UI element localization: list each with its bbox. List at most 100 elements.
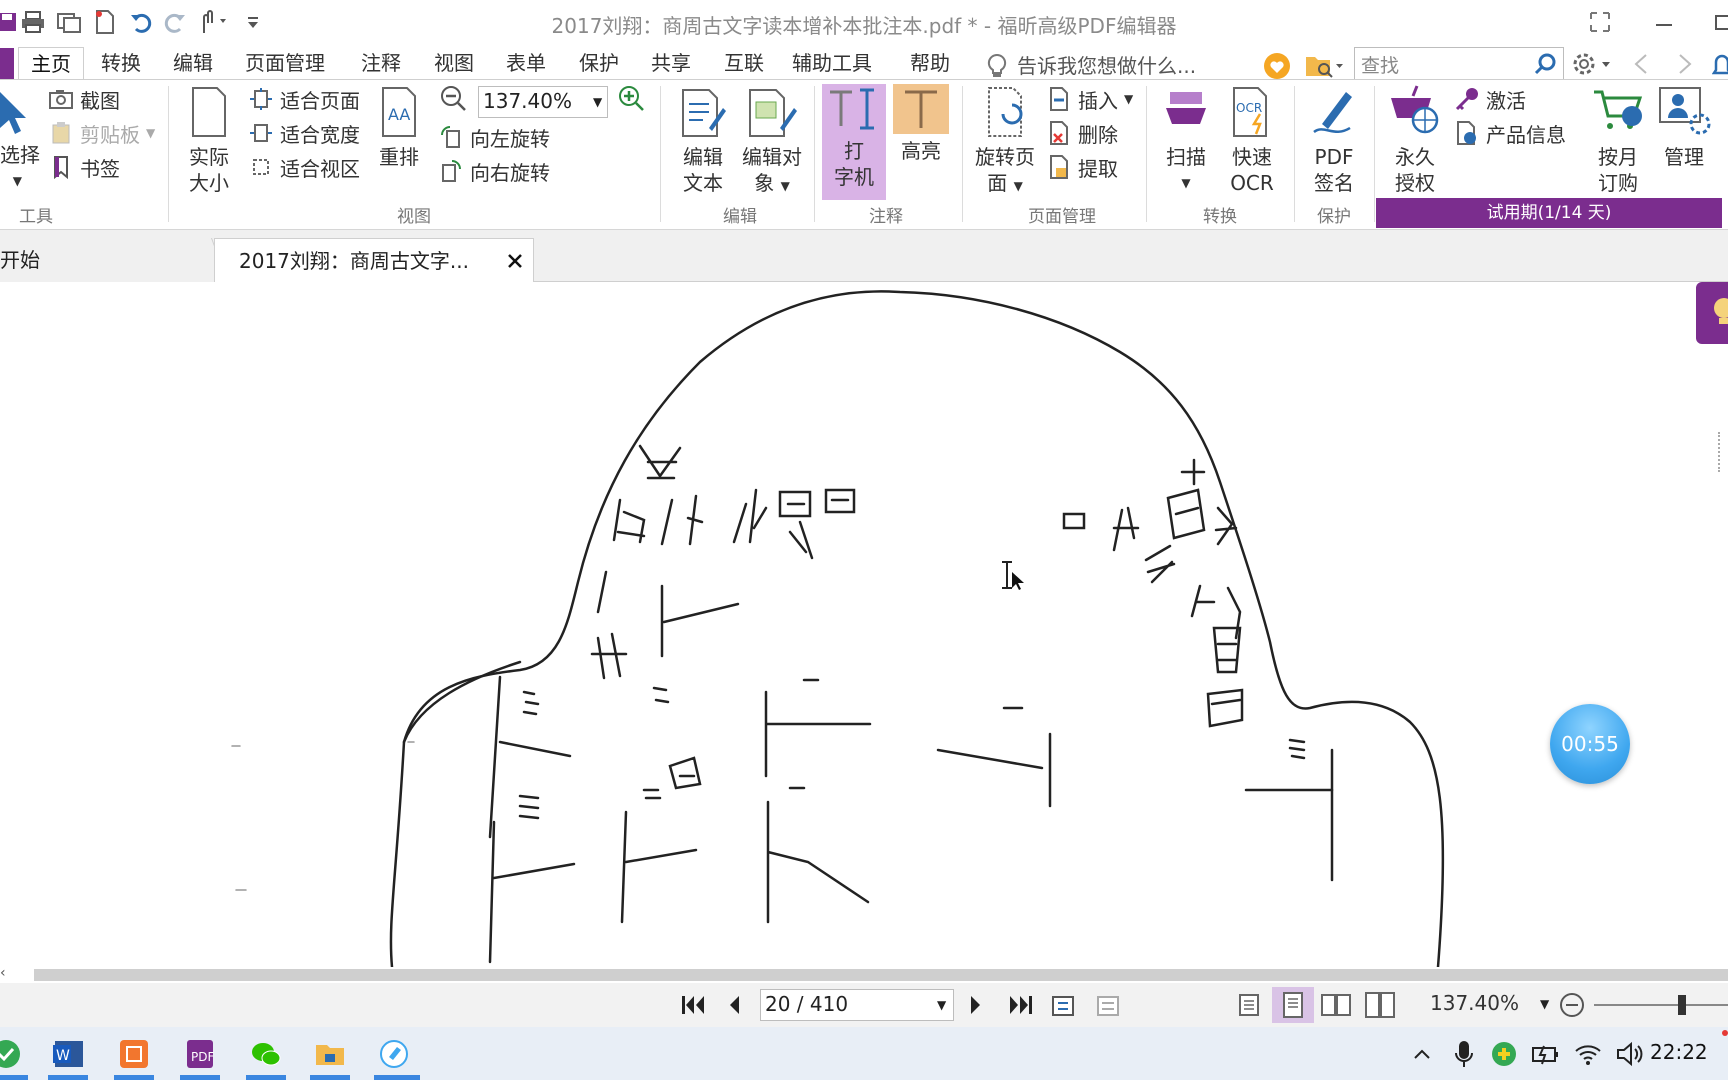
- menu-home[interactable]: 主页: [18, 47, 84, 80]
- menu-help[interactable]: 帮助: [898, 47, 962, 80]
- permanent-label-1: 永久: [1395, 145, 1435, 169]
- reflow-button[interactable]: AA 重排: [374, 84, 424, 170]
- favorite-heart-icon[interactable]: [1262, 51, 1292, 81]
- next-view-icon[interactable]: [1092, 991, 1122, 1019]
- security-app-tray-icon[interactable]: [1484, 1034, 1524, 1074]
- menu-comment[interactable]: 注释: [349, 47, 413, 80]
- recording-timer[interactable]: 00:55: [1550, 704, 1630, 784]
- menu-form[interactable]: 表单: [494, 47, 558, 80]
- wechat-app-icon[interactable]: [246, 1034, 286, 1074]
- status-zoom-dropdown-arrow[interactable]: ▼: [1540, 997, 1549, 1011]
- zoom-slider-track[interactable]: [1594, 1004, 1728, 1006]
- fullscreen-icon[interactable]: [1578, 4, 1622, 40]
- scan-button[interactable]: 扫描 ▼: [1158, 84, 1214, 196]
- page-number-input[interactable]: 20 / 410 ▼: [760, 989, 954, 1021]
- delete-page-button[interactable]: 删除: [1046, 118, 1118, 148]
- restore-button[interactable]: [1700, 4, 1728, 40]
- continuous-view-button[interactable]: [1272, 987, 1314, 1023]
- zoom-out-icon[interactable]: [438, 84, 468, 114]
- scroll-left-arrow[interactable]: ‹: [0, 965, 6, 981]
- document-view[interactable]: 00:55: [0, 282, 1728, 967]
- product-info-button[interactable]: 产品信息: [1454, 118, 1566, 148]
- highlight-button[interactable]: 高亮: [892, 84, 950, 164]
- zoom-level-select[interactable]: 137.40% ▼: [478, 86, 608, 118]
- volume-icon[interactable]: [1610, 1034, 1650, 1074]
- permanent-license-button[interactable]: 永久 授权: [1382, 84, 1448, 196]
- search-box[interactable]: 查找: [1354, 47, 1564, 81]
- nav-forward-icon[interactable]: [1672, 52, 1696, 76]
- menu-page-management[interactable]: 页面管理: [233, 47, 337, 80]
- rotate-right-button[interactable]: 向右旋转: [438, 156, 550, 186]
- zoom-slider-thumb[interactable]: [1678, 995, 1686, 1015]
- rotate-page-button[interactable]: 旋转页 面 ▼: [970, 84, 1040, 199]
- previous-page-icon[interactable]: [726, 993, 742, 1017]
- foxit-pdf-app-icon[interactable]: PDF: [180, 1034, 220, 1074]
- screenshot-button[interactable]: 截图: [48, 84, 120, 114]
- nav-back-icon[interactable]: [1630, 52, 1654, 76]
- menu-connect[interactable]: 互联: [712, 47, 776, 80]
- activate-button[interactable]: 激活: [1454, 84, 1526, 114]
- wifi-icon[interactable]: [1568, 1034, 1608, 1074]
- zoom-dropdown-arrow[interactable]: ▼: [593, 95, 602, 109]
- facing-view-icon[interactable]: [1320, 991, 1352, 1019]
- menu-edit[interactable]: 编辑: [161, 47, 225, 80]
- scrollbar-thumb[interactable]: [34, 969, 1728, 981]
- fit-width-button[interactable]: 适合宽度: [248, 118, 360, 148]
- tips-side-tab[interactable]: [1696, 282, 1728, 344]
- typewriter-label-1: 打: [844, 139, 864, 163]
- menu-convert[interactable]: 转换: [89, 47, 153, 80]
- next-page-icon[interactable]: [968, 993, 984, 1017]
- zoom-in-icon[interactable]: [616, 84, 646, 114]
- taskbar-app-green-icon[interactable]: [0, 1034, 26, 1074]
- edit-object-label-2: 象 ▼: [754, 171, 790, 195]
- start-tab-label[interactable]: 开始: [0, 238, 40, 282]
- fit-view-button[interactable]: 适合视区: [248, 152, 360, 182]
- single-page-view-icon[interactable]: [1236, 991, 1262, 1019]
- quick-ocr-button[interactable]: OCR 快速 OCR: [1222, 84, 1282, 196]
- continuous-facing-view-icon[interactable]: [1364, 991, 1396, 1019]
- last-page-icon[interactable]: [1008, 993, 1034, 1017]
- menu-protect[interactable]: 保护: [567, 47, 631, 80]
- battery-charging-icon[interactable]: [1526, 1034, 1566, 1074]
- monthly-subscribe-button[interactable]: 按月 订购: [1586, 84, 1650, 196]
- menu-view[interactable]: 视图: [422, 47, 486, 80]
- minimize-button[interactable]: [1642, 4, 1686, 40]
- menu-share[interactable]: 共享: [639, 47, 703, 80]
- page-dropdown-arrow[interactable]: ▼: [937, 998, 946, 1012]
- insert-page-button[interactable]: 插入 ▼: [1046, 84, 1133, 114]
- manage-button[interactable]: 管理: [1652, 84, 1716, 170]
- edit-text-button[interactable]: 编辑 文本: [672, 84, 734, 196]
- first-page-icon[interactable]: [680, 993, 706, 1017]
- trial-period-banner[interactable]: 试用期(1/14 天): [1376, 198, 1722, 228]
- find-folder-icon[interactable]: [1304, 51, 1344, 81]
- document-tab[interactable]: 2017刘翔：商周古文字...: [214, 238, 534, 282]
- extract-page-button[interactable]: 提取: [1046, 152, 1118, 182]
- notification-bell-icon[interactable]: [1712, 52, 1728, 78]
- actual-size-button[interactable]: 实际 大小: [182, 84, 236, 196]
- horizontal-scrollbar[interactable]: ‹: [0, 965, 1728, 983]
- settings-gear-icon[interactable]: [1570, 49, 1618, 79]
- rotate-left-button[interactable]: 向左旋转: [438, 122, 550, 152]
- recorder-app-icon[interactable]: [374, 1034, 414, 1074]
- status-zoom-out-icon[interactable]: [1558, 991, 1586, 1019]
- office-suite-app-icon[interactable]: [114, 1034, 154, 1074]
- select-tool-button[interactable]: 选择 ▼: [0, 90, 40, 194]
- bookmark-button[interactable]: 书签: [48, 152, 120, 182]
- search-icon[interactable]: [1533, 52, 1557, 76]
- close-tab-icon[interactable]: [505, 251, 525, 271]
- edit-object-button[interactable]: 编辑对 象 ▼: [734, 84, 810, 199]
- file-explorer-app-icon[interactable]: [310, 1034, 350, 1074]
- tell-me-input[interactable]: 告诉我您想做什么...: [1017, 51, 1196, 81]
- clipboard-button[interactable]: 剪贴板 ▼: [48, 118, 155, 148]
- microphone-icon[interactable]: [1444, 1034, 1484, 1074]
- typewriter-button[interactable]: 打 字机: [822, 84, 886, 200]
- show-hidden-icons-chevron[interactable]: [1402, 1034, 1442, 1074]
- system-clock[interactable]: 22:22: [1650, 1040, 1708, 1064]
- pdf-sign-button[interactable]: PDF 签名: [1302, 84, 1366, 196]
- side-panel-grip[interactable]: [1718, 432, 1722, 472]
- previous-view-icon[interactable]: [1050, 991, 1080, 1019]
- menu-accessibility[interactable]: 辅助工具: [780, 47, 884, 80]
- word-app-icon[interactable]: W: [48, 1034, 88, 1074]
- fit-page-button[interactable]: 适合页面: [248, 84, 360, 114]
- file-menu-button[interactable]: [0, 48, 14, 80]
